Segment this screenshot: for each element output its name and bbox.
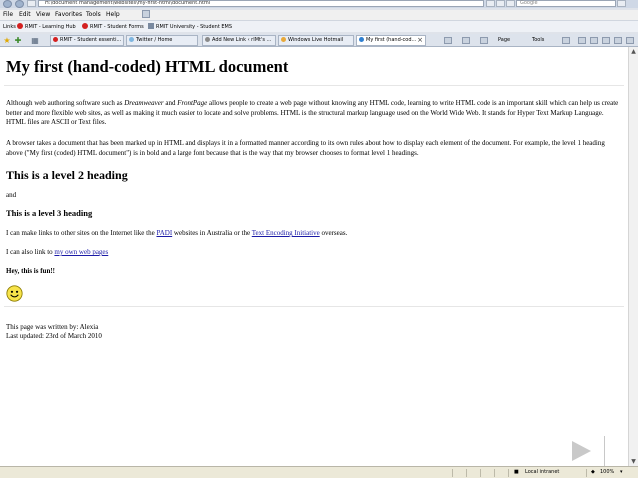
- status-divider: [508, 469, 509, 477]
- scroll-up-icon[interactable]: ▲: [629, 47, 638, 56]
- links-label: Links: [3, 24, 16, 30]
- page-icon: [205, 37, 210, 42]
- tab-hotmail[interactable]: Windows Live Hotmail: [278, 35, 354, 46]
- tab-twitter[interactable]: Twitter / Home: [126, 35, 198, 46]
- status-divider: [586, 469, 587, 477]
- tei-link[interactable]: Text Encoding Initiative: [252, 229, 320, 237]
- overlay-divider: [604, 436, 605, 466]
- own-pages-link[interactable]: my own web pages: [54, 248, 108, 256]
- menu-file[interactable]: File: [3, 11, 13, 19]
- ie-page-icon: [359, 37, 364, 42]
- status-divider: [452, 469, 453, 477]
- tools-menu[interactable]: Tools: [532, 36, 544, 45]
- add-favorite-icon[interactable]: ✚: [13, 36, 23, 45]
- menu-help[interactable]: Help: [106, 11, 120, 19]
- zoom-dropdown-icon[interactable]: ▾: [620, 468, 623, 477]
- onenote-icon[interactable]: [614, 37, 622, 44]
- refresh-button[interactable]: [496, 0, 505, 7]
- menu-edit[interactable]: Edit: [19, 11, 31, 19]
- toolbar-logo-icon: [142, 10, 150, 18]
- research-icon[interactable]: [578, 37, 586, 44]
- tab-my-first-html[interactable]: My first (hand-cod... ×: [356, 35, 426, 46]
- search-icon[interactable]: [617, 0, 626, 7]
- own-pages-paragraph: I can also link to my own web pages: [6, 248, 109, 256]
- menu-bar: File Edit View Favorites Tools Help: [0, 10, 638, 20]
- links-bar: Links RMIT - Learning Hub RMIT - Student…: [0, 20, 638, 32]
- close-tab-icon[interactable]: ×: [417, 36, 423, 45]
- rmit-icon: [17, 23, 23, 29]
- security-zone: Local intranet: [525, 469, 560, 475]
- stop-button[interactable]: [506, 0, 515, 7]
- smiley-icon: [6, 285, 23, 302]
- page-heading-3: This is a level 3 heading: [6, 208, 93, 218]
- rmit-icon: [82, 23, 88, 29]
- scroll-down-icon[interactable]: ▼: [629, 457, 638, 466]
- address-row: H:\document management\websites\my-first…: [0, 0, 638, 8]
- horizontal-rule-top: [4, 85, 624, 86]
- page-heading-2: This is a level 2 heading: [6, 168, 128, 182]
- address-bar[interactable]: H:\document management\websites\my-first…: [38, 0, 484, 7]
- links-paragraph: I can make links to other sites on the I…: [6, 229, 348, 237]
- address-dropdown-button[interactable]: [486, 0, 495, 7]
- feeds-icon[interactable]: [462, 37, 470, 44]
- footer-updated: Last updated: 23rd of March 2010: [6, 332, 102, 340]
- page-heading-1: My first (hand-coded) HTML document: [6, 57, 289, 76]
- status-divider: [480, 469, 481, 477]
- page-content: My first (hand-coded) HTML document Alth…: [0, 47, 628, 466]
- messenger-icon[interactable]: [590, 37, 598, 44]
- page-menu[interactable]: Page: [498, 36, 510, 45]
- help-icon[interactable]: [562, 37, 570, 44]
- play-icon[interactable]: [570, 440, 592, 462]
- and-text: and: [6, 191, 17, 199]
- tab-add-new-link[interactable]: Add New Link ‹ rIMt's ...: [202, 35, 276, 46]
- zone-icon: ■: [514, 469, 519, 475]
- blog-icon[interactable]: [602, 37, 610, 44]
- link-learning-hub[interactable]: RMIT - Learning Hub: [17, 23, 76, 31]
- fun-text: Hey, this is fun!!: [6, 267, 56, 275]
- browser-chrome: H:\document management\websites\my-first…: [0, 0, 638, 47]
- menu-tools[interactable]: Tools: [86, 11, 101, 19]
- forward-button[interactable]: [15, 0, 24, 8]
- rmit-icon: [53, 37, 58, 42]
- link-student-ems[interactable]: RMIT University - Student EMS: [148, 23, 232, 31]
- favorites-star-icon[interactable]: ★: [2, 36, 12, 45]
- menu-view[interactable]: View: [36, 11, 50, 19]
- menu-favorites[interactable]: Favorites: [55, 11, 82, 19]
- link-student-forms[interactable]: RMIT - Student Forms: [82, 23, 144, 31]
- status-bar: ■ Local intranet ◆ 100% ▾: [0, 466, 638, 478]
- browser-paragraph: A browser takes a document that has been…: [6, 139, 605, 157]
- protected-mode-icon: ◆: [591, 469, 595, 475]
- padi-link[interactable]: PADI: [156, 229, 172, 237]
- print-icon[interactable]: [480, 37, 488, 44]
- home-icon[interactable]: [444, 37, 452, 44]
- search-input[interactable]: Google: [516, 0, 616, 7]
- status-divider: [466, 469, 467, 477]
- horizontal-rule-bottom: [4, 306, 624, 307]
- twitter-icon: [129, 37, 134, 42]
- vertical-scrollbar[interactable]: ▲ ▼: [628, 47, 638, 466]
- status-divider: [494, 469, 495, 477]
- history-dropdown-button[interactable]: [27, 0, 36, 7]
- page-icon: [148, 23, 154, 29]
- zoom-level[interactable]: 100%: [600, 468, 614, 477]
- intro-paragraph: Although web authoring software such as …: [6, 99, 619, 126]
- quick-tabs-icon[interactable]: ▦: [30, 36, 40, 45]
- tab-rmit-student[interactable]: RMIT - Student essenti...: [50, 35, 124, 46]
- extra-icon[interactable]: [626, 37, 634, 44]
- tab-bar: ★ ✚ ▦ RMIT - Student essenti... Twitter …: [0, 34, 638, 47]
- hotmail-icon: [281, 37, 286, 42]
- back-button[interactable]: [3, 0, 12, 8]
